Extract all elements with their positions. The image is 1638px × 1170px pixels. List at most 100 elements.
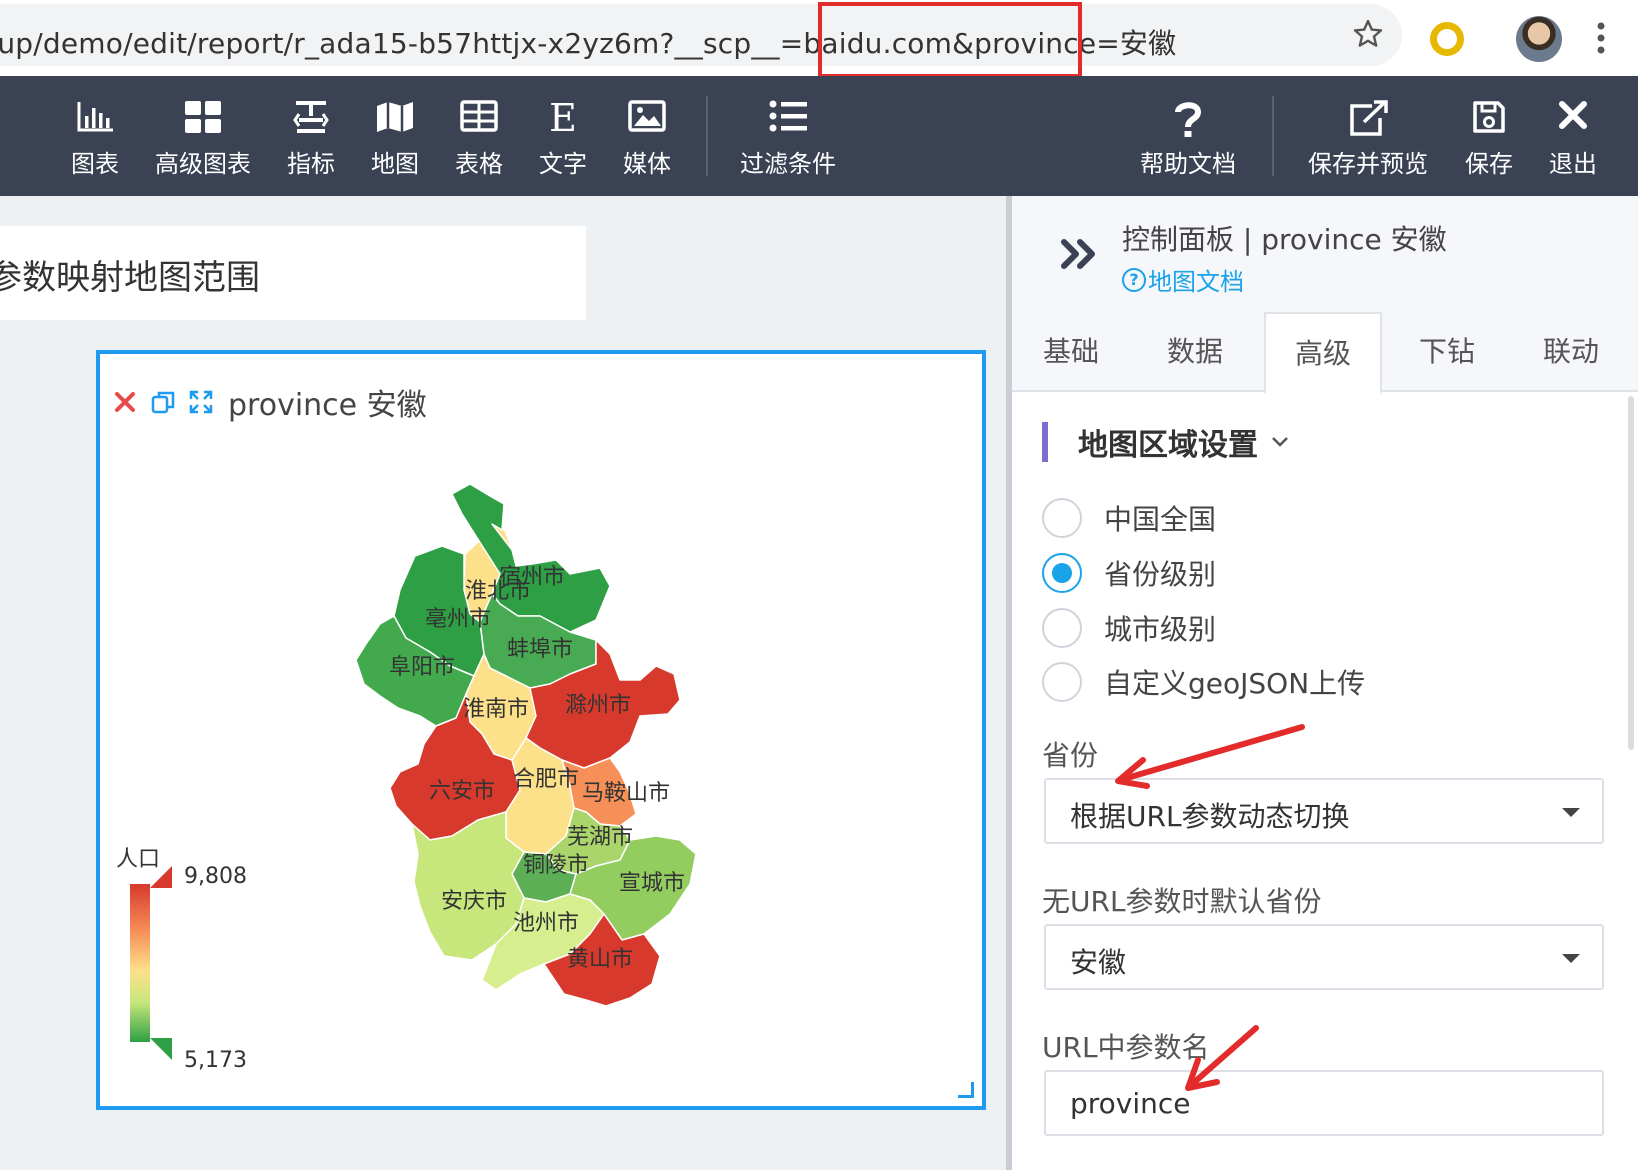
toolbar-label: 文字: [539, 150, 587, 178]
radio-button[interactable]: [1042, 608, 1082, 648]
map-area-section-header[interactable]: 地图区域设置: [1042, 420, 1290, 464]
radio-province[interactable]: 省份级别: [1042, 551, 1216, 595]
toolbar-label: 过滤条件: [740, 150, 836, 178]
section-accent-bar: [1042, 422, 1048, 462]
panel-tabs: 基础 数据 高级 下钻 联动: [1012, 312, 1638, 394]
radio-label: 自定义geoJSON上传: [1104, 667, 1366, 700]
toolbar-label: 图表: [71, 150, 119, 178]
help-icon: [1175, 102, 1202, 137]
tab-drilldown[interactable]: 下钻: [1388, 312, 1506, 392]
radio-button[interactable]: [1042, 498, 1082, 538]
city-label: 六安市: [429, 779, 495, 804]
legend-min-handle[interactable]: [150, 1038, 172, 1060]
browser-address-bar: oup/demo/edit/report/r_ada15-b57httjx-x2…: [0, 0, 1638, 78]
toolbar-label: 指标: [287, 150, 335, 178]
city-label: 淮南市: [463, 697, 529, 722]
tab-data[interactable]: 数据: [1136, 312, 1254, 392]
save-icon: [1473, 101, 1505, 133]
city-label: 马鞍山市: [582, 781, 670, 806]
url-param-label: URL中参数名: [1042, 1031, 1210, 1064]
province-label: 省份: [1042, 739, 1099, 772]
map-widget[interactable]: 宿州市 淮北市 亳州市 阜阳市 蚌埠市 淮南市 滁州市 六安市 合肥市 马鞍山市…: [96, 350, 986, 1110]
city-label: 黄山市: [567, 947, 633, 972]
anhui-choropleth-map: 宿州市 淮北市 亳州市 阜阳市 蚌埠市 淮南市 滁州市 六安市 合肥市 马鞍山市…: [116, 483, 697, 1073]
city-label: 阜阳市: [389, 655, 455, 680]
toolbar-media-button[interactable]: 媒体: [616, 76, 678, 196]
city-label: 铜陵市: [523, 853, 589, 878]
toolbar-indicator-button[interactable]: 指标: [280, 76, 342, 196]
collapse-panel-icon[interactable]: [1058, 232, 1102, 276]
report-title-card[interactable]: 参数映射地图范围: [0, 226, 586, 320]
table-icon: [460, 100, 498, 132]
default-province-select[interactable]: 安徽: [1044, 924, 1604, 990]
toolbar-label: 表格: [455, 150, 503, 178]
url-annotation-box: [818, 2, 1082, 78]
chevron-down-icon: [1272, 437, 1288, 447]
city-label: 安庆市: [441, 889, 507, 914]
radio-china[interactable]: 中国全国: [1042, 496, 1216, 540]
tab-advanced[interactable]: 高级: [1264, 312, 1382, 394]
extension-icon[interactable]: [1430, 22, 1464, 56]
legend-gradient-bar: [130, 884, 150, 1042]
profile-avatar[interactable]: [1516, 16, 1562, 62]
bar-chart-icon: [77, 102, 113, 132]
radio-city[interactable]: 城市级别: [1042, 606, 1216, 650]
panel-scrollbar[interactable]: [1628, 396, 1634, 750]
toolbar-table-button[interactable]: 表格: [448, 76, 510, 196]
widget-header: province 安徽: [112, 382, 427, 423]
province-select[interactable]: 根据URL参数动态切换: [1044, 778, 1604, 844]
toolbar-separator: [706, 96, 708, 176]
city-label: 芜湖市: [567, 825, 633, 850]
map-icon: [377, 102, 413, 132]
city-label: 蚌埠市: [507, 637, 573, 662]
toolbar-exit-button[interactable]: 退出: [1542, 76, 1604, 196]
tab-basic[interactable]: 基础: [1012, 312, 1130, 392]
copy-icon[interactable]: [150, 389, 176, 415]
caret-down-icon: [1562, 808, 1580, 817]
indicator-icon: [293, 101, 329, 133]
toolbar-filter-button[interactable]: 过滤条件: [740, 76, 836, 196]
delete-icon[interactable]: [112, 389, 138, 415]
toolbar-help-button[interactable]: 帮助文档: [1140, 76, 1236, 196]
city-label: 滁州市: [565, 693, 631, 718]
toolbar-label: 高级图表: [155, 150, 251, 178]
bookmark-star-icon[interactable]: [1352, 18, 1384, 50]
toolbar-separator: [1272, 96, 1274, 176]
radio-button[interactable]: [1042, 662, 1082, 702]
svg-text:E: E: [549, 100, 577, 134]
toolbar-label: 地图: [371, 150, 419, 178]
toolbar-map-button[interactable]: 地图: [364, 76, 426, 196]
editor-toolbar: 图表 高级图表 指标 地图 表格 E 文字 媒体 过滤条件 帮助文档 保存并预览…: [0, 76, 1638, 196]
fullscreen-icon[interactable]: [188, 389, 214, 415]
help-circle-icon: ?: [1122, 267, 1146, 292]
toolbar-text-button[interactable]: E 文字: [532, 76, 594, 196]
toolbar-save-button[interactable]: 保存: [1458, 76, 1520, 196]
toolbar-chart-button[interactable]: 图表: [64, 76, 126, 196]
default-province-label: 无URL参数时默认省份: [1042, 885, 1322, 918]
resize-handle[interactable]: [958, 1082, 974, 1098]
toolbar-label: 帮助文档: [1140, 150, 1236, 178]
radio-geojson[interactable]: 自定义geoJSON上传: [1042, 660, 1365, 704]
toolbar-label: 保存: [1465, 150, 1513, 178]
url-param-input[interactable]: [1044, 1070, 1604, 1136]
map-doc-link-text: 地图文档: [1148, 268, 1244, 296]
tab-linkage[interactable]: 联动: [1512, 312, 1630, 392]
panel-header: 控制面板 | province 安徽 ? 地图文档: [1012, 196, 1638, 312]
panel-title: 控制面板 | province 安徽: [1122, 223, 1447, 256]
legend-min-value: 5,173: [184, 1048, 247, 1073]
browser-menu-icon[interactable]: [1594, 18, 1608, 58]
edit-external-icon: [1350, 100, 1388, 136]
toolbar-save-preview-button[interactable]: 保存并预览: [1306, 76, 1430, 196]
toolbar-label: 媒体: [623, 150, 671, 178]
city-label: 池州市: [513, 911, 579, 936]
map-doc-link[interactable]: ? 地图文档: [1122, 262, 1244, 297]
toolbar-advanced-chart-button[interactable]: 高级图表: [150, 76, 256, 196]
radio-button-checked[interactable]: [1042, 553, 1082, 593]
close-icon: [1559, 101, 1587, 129]
default-province-value: 安徽: [1070, 946, 1127, 979]
control-panel: 控制面板 | province 安徽 ? 地图文档 基础 数据 高级 下钻 联动…: [1012, 196, 1638, 1170]
url-field[interactable]: oup/demo/edit/report/r_ada15-b57httjx-x2…: [0, 4, 1402, 66]
widget-title: province 安徽: [228, 388, 427, 423]
radio-label: 城市级别: [1104, 613, 1217, 646]
filter-list-icon: [769, 100, 807, 132]
